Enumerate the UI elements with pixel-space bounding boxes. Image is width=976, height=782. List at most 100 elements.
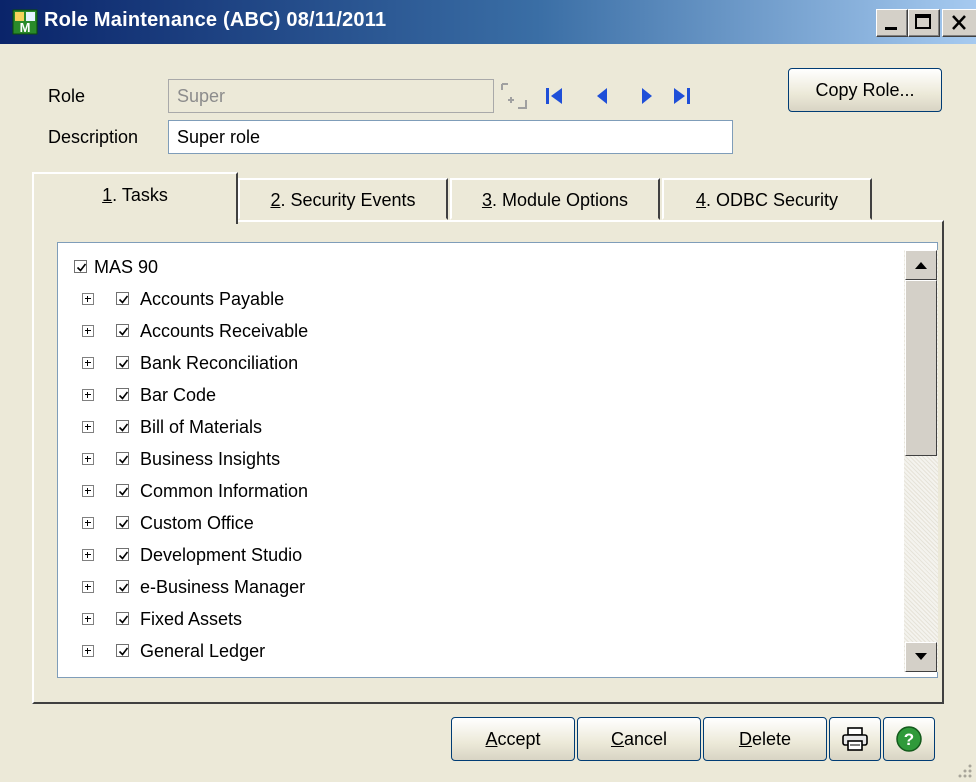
tab-odbc-security-hotkey: 4 xyxy=(695,190,706,210)
minimize-button[interactable] xyxy=(876,9,908,37)
delete-label: elete xyxy=(751,729,792,749)
item-checkbox[interactable] xyxy=(116,548,129,561)
expand-icon[interactable] xyxy=(82,389,94,401)
next-record-icon[interactable] xyxy=(634,84,658,108)
checkmark-icon xyxy=(118,295,129,304)
svg-text:M: M xyxy=(20,20,31,35)
tree-item[interactable]: Bar Code xyxy=(58,379,898,411)
copy-role-button[interactable]: Copy Role... xyxy=(788,68,942,112)
item-checkbox[interactable] xyxy=(116,292,129,305)
first-record-icon[interactable] xyxy=(543,84,567,108)
title-bar[interactable]: M Role Maintenance (ABC) 08/11/2011 xyxy=(0,0,976,44)
tree-item[interactable]: Bank Reconciliation xyxy=(58,347,898,379)
tree-item[interactable]: Business Insights xyxy=(58,443,898,475)
close-button[interactable] xyxy=(942,9,976,37)
tab-security-events-label: . Security Events xyxy=(280,190,416,210)
tree-item[interactable]: Development Studio xyxy=(58,539,898,571)
expand-icon[interactable] xyxy=(82,517,94,529)
expand-icon[interactable] xyxy=(82,549,94,561)
previous-record-icon[interactable] xyxy=(591,84,615,108)
tree-item-label: Common Information xyxy=(140,481,309,501)
item-checkbox[interactable] xyxy=(116,324,129,337)
item-checkbox[interactable] xyxy=(116,484,129,497)
accept-label: ccept xyxy=(497,729,541,749)
tab-module-options-label: . Module Options xyxy=(491,190,629,210)
cancel-label: ancel xyxy=(623,729,668,749)
scrollbar-thumb[interactable] xyxy=(905,280,937,456)
checkmark-icon xyxy=(118,647,129,656)
cancel-button[interactable]: Cancel xyxy=(577,717,701,761)
tasks-tree[interactable]: MAS 90 Accounts Payable Accounts Receiva… xyxy=(57,242,938,678)
tree-root-item[interactable]: MAS 90 xyxy=(58,251,898,283)
resize-grip-icon[interactable] xyxy=(956,762,974,780)
expand-icon[interactable] xyxy=(82,453,94,465)
description-label: Description xyxy=(48,127,139,147)
tree-item[interactable]: General Ledger xyxy=(58,635,898,667)
tab-odbc-security[interactable]: 4. ODBC Security xyxy=(662,178,872,220)
tree-item[interactable]: Custom Office xyxy=(58,507,898,539)
item-checkbox[interactable] xyxy=(116,452,129,465)
tree-root-label: MAS 90 xyxy=(94,257,159,277)
tree-item[interactable]: e-Business Manager xyxy=(58,571,898,603)
tab-module-options[interactable]: 3. Module Options xyxy=(450,178,660,220)
last-record-icon[interactable] xyxy=(669,84,693,108)
tab-tasks-hotkey: 1 xyxy=(102,185,113,205)
tree-item-label: Bill of Materials xyxy=(140,417,263,437)
close-icon xyxy=(952,15,966,30)
item-checkbox[interactable] xyxy=(116,612,129,625)
expand-icon[interactable] xyxy=(82,645,94,657)
tree-item[interactable]: Accounts Payable xyxy=(58,283,898,315)
expand-icon[interactable] xyxy=(82,581,94,593)
print-button[interactable] xyxy=(829,717,881,761)
scroll-up-button[interactable] xyxy=(905,250,937,280)
tab-security-events[interactable]: 2. Security Events xyxy=(238,178,448,220)
delete-button[interactable]: Delete xyxy=(703,717,827,761)
tab-tasks-label: . Tasks xyxy=(112,185,168,205)
tree-item-label: Custom Office xyxy=(140,513,254,533)
expand-icon[interactable] xyxy=(82,613,94,625)
description-field[interactable]: Super role xyxy=(168,120,733,154)
tree-item[interactable]: Fixed Assets xyxy=(58,603,898,635)
item-checkbox[interactable] xyxy=(116,356,129,369)
help-button[interactable]: ? xyxy=(883,717,935,761)
tree-item[interactable]: Bill of Materials xyxy=(58,411,898,443)
expand-icon[interactable] xyxy=(82,357,94,369)
scroll-down-button[interactable] xyxy=(905,642,937,672)
tree-item-label: Accounts Payable xyxy=(140,289,285,309)
tab-security-events-hotkey: 2 xyxy=(270,190,281,210)
tree-item-label: Bank Reconciliation xyxy=(140,353,299,373)
tree-item[interactable]: Accounts Receivable xyxy=(58,315,898,347)
role-field[interactable]: Super xyxy=(168,79,494,113)
accept-button[interactable]: Accept xyxy=(451,717,575,761)
expand-icon[interactable] xyxy=(82,325,94,337)
cancel-hotkey: C xyxy=(610,729,624,749)
expand-icon[interactable] xyxy=(82,421,94,433)
tree-item-label: Accounts Receivable xyxy=(140,321,309,341)
tree-item-label: General Ledger xyxy=(140,641,266,661)
checkmark-icon xyxy=(118,551,129,560)
tree-item-label: e-Business Manager xyxy=(140,577,306,597)
expand-icon[interactable] xyxy=(82,293,94,305)
tree-scrollbar[interactable] xyxy=(904,250,938,672)
expand-icon[interactable] xyxy=(82,485,94,497)
svg-text:?: ? xyxy=(904,730,914,749)
tab-tasks[interactable]: 1. Tasks xyxy=(32,172,238,224)
checkmark-icon xyxy=(118,583,129,592)
item-checkbox[interactable] xyxy=(116,644,129,657)
maximize-button[interactable] xyxy=(908,9,940,37)
checkmark-icon xyxy=(118,327,129,336)
tab-module-options-hotkey: 3 xyxy=(481,190,492,210)
checkmark-icon xyxy=(118,391,129,400)
checkmark-icon xyxy=(118,487,129,496)
item-checkbox[interactable] xyxy=(116,580,129,593)
root-checkbox[interactable] xyxy=(74,260,87,273)
item-checkbox[interactable] xyxy=(116,516,129,529)
tree-item[interactable]: Common Information xyxy=(58,475,898,507)
tree-item-label: Bar Code xyxy=(140,385,217,405)
item-checkbox[interactable] xyxy=(116,420,129,433)
checkmark-icon xyxy=(118,455,129,464)
delete-hotkey: D xyxy=(738,729,752,749)
item-checkbox[interactable] xyxy=(116,388,129,401)
maximize-icon xyxy=(915,14,931,29)
lookup-icon[interactable] xyxy=(500,80,530,112)
